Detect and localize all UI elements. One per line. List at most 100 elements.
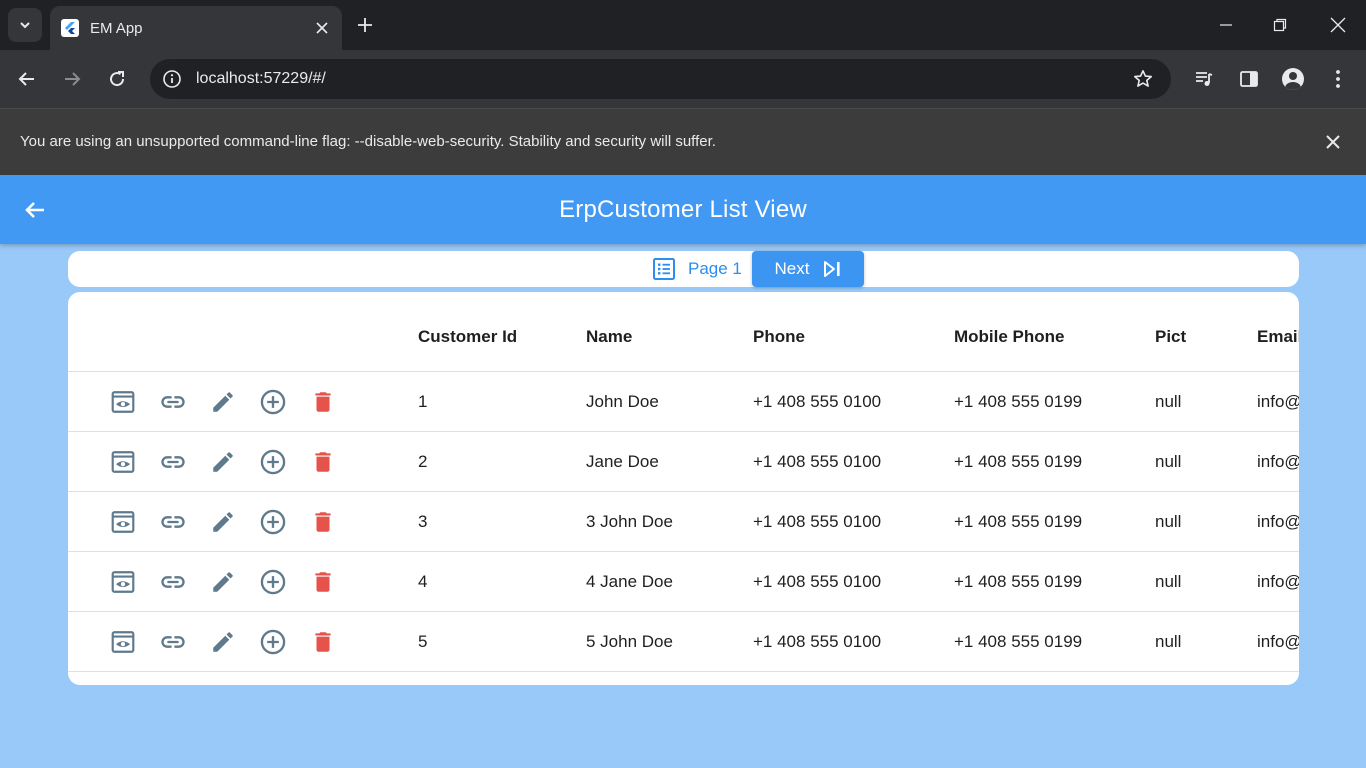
reload-icon: [110, 71, 125, 87]
forward-button[interactable]: [55, 62, 89, 96]
close-window-button[interactable]: [1310, 0, 1366, 50]
cell-mobile-phone: +1 408 555 0199: [954, 632, 1083, 651]
cell-email: info@: [1257, 392, 1299, 411]
cell-email: info@: [1257, 572, 1299, 591]
cell-phone: +1 408 555 0100: [753, 632, 882, 651]
edit-icon[interactable]: [208, 387, 238, 417]
edit-icon[interactable]: [208, 627, 238, 657]
cell-email: info@: [1257, 452, 1299, 471]
minimize-button[interactable]: [1198, 0, 1254, 50]
view-icon[interactable]: [108, 567, 138, 597]
header-phone[interactable]: Phone: [753, 327, 805, 347]
browser-toolbar: localhost:57229/#/: [0, 50, 1366, 108]
arrow-right-icon: [65, 72, 81, 86]
add-circle-icon[interactable]: [258, 507, 288, 537]
restore-icon: [1273, 18, 1287, 32]
add-circle-icon[interactable]: [258, 567, 288, 597]
more-vert-icon: [1336, 70, 1340, 88]
cell-pict: null: [1155, 392, 1182, 411]
header-pict[interactable]: Pict: [1155, 327, 1186, 347]
link-icon[interactable]: [158, 387, 188, 417]
cell-mobile-phone: +1 408 555 0199: [954, 392, 1083, 411]
header-customer-id[interactable]: Customer Id: [418, 327, 517, 347]
side-panel-icon[interactable]: [1232, 62, 1266, 96]
cell-name: John Doe: [586, 392, 659, 411]
restore-button[interactable]: [1252, 0, 1308, 50]
next-page-button[interactable]: Next: [752, 251, 864, 287]
view-icon[interactable]: [108, 627, 138, 657]
header-name[interactable]: Name: [586, 327, 632, 347]
table-row[interactable]: 2 Jane Doe +1 408 555 0100 +1 408 555 0199 n…: [68, 432, 1299, 492]
table-row[interactable]: 1 John Doe +1 408 555 0100 +1 408 555 0199 n…: [68, 372, 1299, 432]
tab-close-icon[interactable]: [312, 18, 332, 38]
browser-tabstrip: EM App: [0, 0, 1366, 50]
app-bar: ErpCustomer List View: [0, 175, 1366, 244]
cell-name: Jane Doe: [586, 452, 659, 471]
page-title: ErpCustomer List View: [559, 195, 807, 223]
link-icon[interactable]: [158, 447, 188, 477]
cell-pict: null: [1155, 632, 1182, 651]
infobar-close-icon[interactable]: [1322, 131, 1344, 153]
cell-customer-id: 3: [418, 512, 428, 531]
back-button[interactable]: [10, 62, 44, 96]
warning-infobar: You are using an unsupported command-lin…: [0, 108, 1366, 175]
flutter-favicon-icon: [60, 18, 80, 38]
table-row[interactable]: 5 5 John Doe +1 408 555 0100 +1 408 555 019…: [68, 612, 1299, 672]
add-circle-icon[interactable]: [258, 447, 288, 477]
tab-title: EM App: [90, 19, 143, 37]
address-bar[interactable]: localhost:57229/#/: [150, 59, 1171, 99]
header-email[interactable]: Email: [1257, 327, 1299, 347]
add-circle-icon[interactable]: [258, 627, 288, 657]
delete-icon[interactable]: [308, 387, 338, 417]
skip-next-icon: [824, 261, 841, 277]
cell-customer-id: 2: [418, 452, 428, 471]
view-icon[interactable]: [108, 387, 138, 417]
delete-icon[interactable]: [308, 567, 338, 597]
edit-icon[interactable]: [208, 507, 238, 537]
cell-customer-id: 1: [418, 392, 428, 411]
site-info-icon[interactable]: [152, 59, 192, 99]
delete-icon[interactable]: [308, 627, 338, 657]
table-row[interactable]: 3 3 John Doe +1 408 555 0100 +1 408 555 019…: [68, 492, 1299, 552]
table-header: Customer Id Name Phone Mobile Phone Pict…: [68, 292, 1299, 372]
new-tab-button[interactable]: [352, 12, 378, 38]
browser-menu-button[interactable]: [1321, 62, 1355, 96]
cell-phone: +1 408 555 0100: [753, 512, 882, 531]
delete-icon[interactable]: [308, 447, 338, 477]
close-icon: [1330, 17, 1346, 33]
view-icon[interactable]: [108, 507, 138, 537]
cell-name: 3 John Doe: [586, 512, 673, 531]
cell-customer-id: 5: [418, 632, 428, 651]
page-indicator: Page 1: [652, 257, 742, 281]
cell-pict: null: [1155, 512, 1182, 531]
edit-icon[interactable]: [208, 567, 238, 597]
edit-icon[interactable]: [208, 447, 238, 477]
link-icon[interactable]: [158, 627, 188, 657]
add-circle-icon[interactable]: [258, 387, 288, 417]
app-back-button[interactable]: [20, 195, 50, 225]
cell-phone: +1 408 555 0100: [753, 572, 882, 591]
app-body: ErpCustomer List View Page 1 Next Custom…: [0, 175, 1366, 768]
url-text[interactable]: localhost:57229/#/: [196, 70, 1123, 88]
tab-search-button[interactable]: [8, 8, 42, 42]
view-icon[interactable]: [108, 447, 138, 477]
cell-phone: +1 408 555 0100: [753, 452, 882, 471]
browser-tab[interactable]: EM App: [50, 6, 342, 50]
link-icon[interactable]: [158, 507, 188, 537]
arrow-back-icon: [25, 202, 44, 218]
header-mobile-phone[interactable]: Mobile Phone: [954, 327, 1065, 347]
profile-avatar[interactable]: [1276, 62, 1310, 96]
bookmark-star-icon[interactable]: [1123, 59, 1163, 99]
media-control-icon[interactable]: [1187, 62, 1221, 96]
cell-name: 5 John Doe: [586, 632, 673, 651]
table-row[interactable]: 4 4 Jane Doe +1 408 555 0100 +1 408 555 019…: [68, 552, 1299, 612]
link-icon[interactable]: [158, 567, 188, 597]
list-alt-icon: [653, 258, 675, 280]
next-label: Next: [774, 259, 810, 278]
reload-button[interactable]: [100, 62, 134, 96]
cell-name: 4 Jane Doe: [586, 572, 673, 591]
delete-icon[interactable]: [308, 507, 338, 537]
plus-icon: [358, 18, 372, 32]
cell-phone: +1 408 555 0100: [753, 392, 882, 411]
pager-bar: Page 1 Next: [68, 251, 1299, 287]
